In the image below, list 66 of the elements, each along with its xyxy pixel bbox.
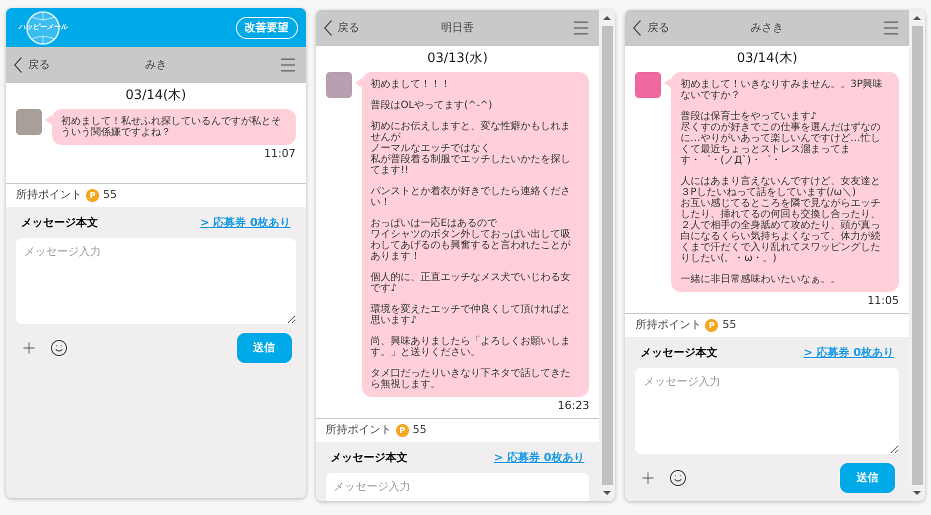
entry-ticket-link[interactable]: > 応募券 0枚あり: [494, 450, 584, 466]
entry-ticket-link[interactable]: > 応募券 0枚あり: [803, 344, 894, 362]
message-text: タメ口だったりいきなり下ネタで話してきたら無視します。: [370, 368, 572, 390]
message-text: 人にはあまり言えないんですけど、女友達と３Pしたいねって話をしています(/ω＼): [680, 176, 882, 198]
message-text: ノーマルなエッチではなく: [370, 142, 492, 154]
improvement-request-button[interactable]: 改善要望: [236, 16, 298, 38]
date-label: 03/14(木): [124, 87, 188, 105]
message-input[interactable]: メッセージ入力: [635, 368, 900, 454]
point-coin-icon: P: [86, 189, 99, 202]
scroll-down-arrow-icon[interactable]: [603, 491, 612, 495]
message-input[interactable]: メッセージ入力: [326, 473, 590, 501]
chat-partner-name: みき: [144, 56, 168, 73]
photo-placeholder: [635, 72, 662, 98]
photo-placeholder: [326, 72, 352, 98]
entry-ticket-link[interactable]: > 応募券 0枚あり: [200, 214, 291, 232]
chevron-left-icon: [324, 20, 332, 36]
message-body-label: メッセージ本文: [330, 450, 408, 466]
message-time: 11:07: [262, 146, 296, 162]
scroll-down-arrow-icon[interactable]: [913, 491, 922, 495]
message-text: 初めまして！私せふれ探しているんですが私とそういう関係嫌ですよね？: [61, 116, 282, 138]
date-label: 03/14(木): [736, 50, 798, 68]
date-label: 03/13(水): [426, 50, 489, 68]
smiley-icon[interactable]: [50, 339, 68, 357]
smiley-icon[interactable]: [669, 469, 688, 487]
scroll-up-arrow-icon[interactable]: [913, 16, 922, 20]
scrollbar[interactable]: [909, 10, 926, 501]
points-value: 55: [412, 422, 427, 438]
message-text: 環境を変えたエッチで仲良くして頂ければと思います♪: [370, 304, 572, 326]
message-text: 初めまして！いきなりすみません。。3P興味ないですか？: [680, 78, 884, 100]
message-text: 尚、興味ありましたら「よろしくお願いします。」と送りください。: [370, 336, 572, 358]
message-input[interactable]: メッセージ入力: [16, 238, 296, 324]
scrollbar[interactable]: [599, 10, 616, 501]
message-text: 一緒に非日常感味わいたいなぁ。。: [680, 274, 842, 284]
message-text: ワイシャツのボタン外しておっぱい出して吸わしてあげるのも興奮すると言われたことがあります！: [370, 228, 572, 262]
back-button[interactable]: 戻る: [14, 56, 84, 74]
points-label: 所持ポイント: [326, 422, 392, 438]
message-text: お互い感じてるところを隣で見ながらエッチしたり、挿れてるの何回も交換し合ったり、２人で相手の全身舐めて攻めたり、頭が真っ白になるくらい気持ちよくなって、体力が続くまで汗だくで入り乱れてスワッピングしたりしたい(。・ω・。): [680, 198, 882, 264]
message-text: 初めにお伝えしますと、変な性癖かもしれませんが: [370, 120, 572, 142]
message-time: 16:23: [556, 398, 590, 414]
point-coin-icon: P: [396, 424, 409, 437]
message-text: 個人的に、正直エッチなメス犬でいじわる女です♪: [370, 272, 572, 294]
message-text: 普段はOLやってます(^-^): [370, 100, 494, 110]
chat-partner-name: 明日香: [440, 20, 475, 36]
points-value: 55: [103, 187, 117, 204]
back-button[interactable]: 戻る: [633, 20, 704, 36]
message-text: 初めまして！！！: [370, 78, 452, 90]
chevron-left-icon: [633, 20, 642, 36]
message-body-label: メッセージ本文: [640, 344, 718, 361]
send-button[interactable]: 送信: [236, 333, 292, 363]
point-coin-icon: P: [705, 319, 718, 332]
back-button[interactable]: 戻る: [324, 20, 394, 36]
points-label: 所持ポイント: [16, 187, 82, 204]
message-text: 私が普段着る制服でエッチしたいかたを探してます!!: [370, 154, 572, 176]
send-button[interactable]: 送信: [840, 463, 896, 493]
scroll-up-arrow-icon[interactable]: [603, 16, 612, 20]
photo-placeholder: [16, 108, 42, 134]
message-body-label: メッセージ本文: [21, 214, 98, 231]
message-time: 11:05: [866, 292, 900, 308]
message-text: おっぱいは一応Eはあるので: [370, 218, 498, 228]
chevron-left-icon: [14, 57, 22, 73]
message-text: 尽くすのが好きでこの仕事を選んだはずなのに…やりがいあって楽しいんですけど…忙しくて最近ちょっとストレス溜まってます・゜・(ノД`)・゜・: [680, 122, 882, 166]
message-text: 普段は保育士をやっています♪: [680, 110, 818, 122]
points-value: 55: [722, 317, 736, 334]
message-text: パンストとか着衣が好きでしたら連絡ください！: [370, 186, 572, 208]
chat-partner-name: みさき: [750, 20, 785, 36]
points-label: 所持ポイント: [635, 317, 702, 334]
